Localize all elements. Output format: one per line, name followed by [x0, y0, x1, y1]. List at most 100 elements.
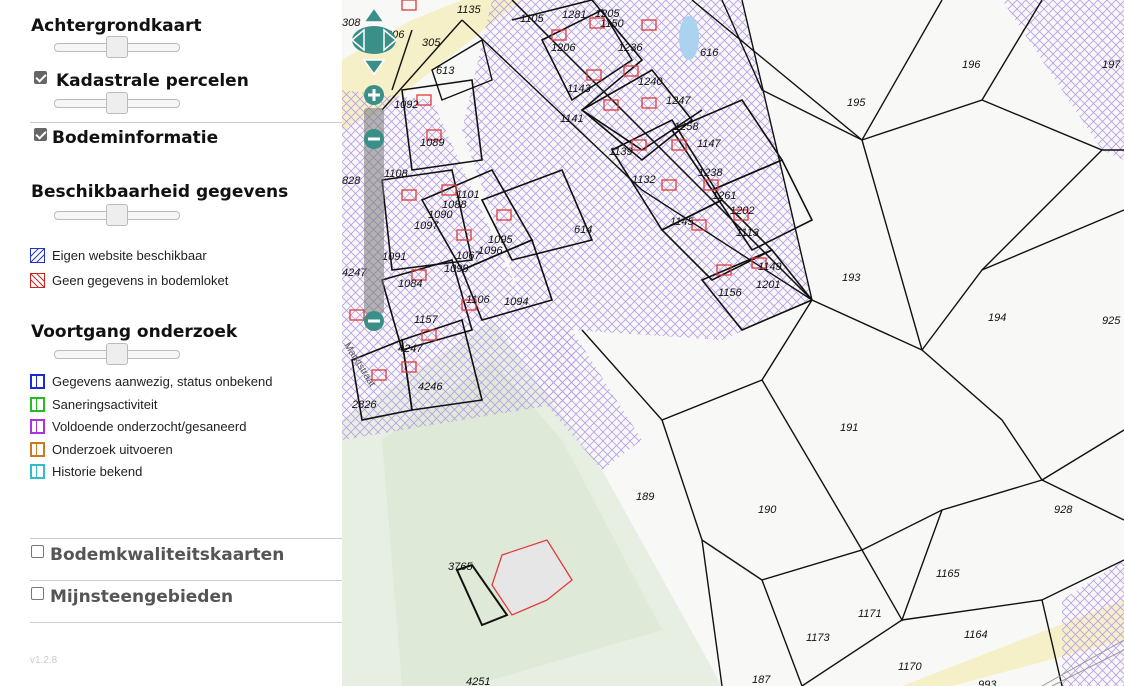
- divider: [30, 622, 342, 623]
- progress-opacity-slider[interactable]: [54, 343, 180, 365]
- divider: [30, 122, 342, 123]
- legend-swatch: [30, 441, 45, 457]
- pan-control[interactable]: [350, 8, 398, 76]
- zoom-handle[interactable]: [363, 128, 385, 150]
- parcel-label: 828: [342, 175, 361, 187]
- parcel-label: 1132: [632, 174, 656, 186]
- legend-swatch: [30, 396, 45, 412]
- legend-label: Saneringsactiviteit: [52, 396, 158, 412]
- parcel-label: 190: [758, 504, 777, 516]
- parcel-label: 1113: [736, 227, 760, 239]
- parcel-label: 1206: [551, 42, 576, 54]
- parcel-label: 993: [978, 679, 997, 686]
- pond: [679, 16, 699, 60]
- parcel-label: 1092: [394, 99, 418, 111]
- parcel-label: 1094: [504, 296, 528, 308]
- parcel-label: 1099: [444, 263, 468, 275]
- parcel-label: 1173: [806, 632, 831, 644]
- parcel-label: 3765: [448, 561, 473, 573]
- parcel-label: 1258: [674, 121, 699, 133]
- parcel-label: 191: [840, 422, 858, 434]
- parcel-label: 2826: [351, 399, 377, 411]
- parcel-label: 1170: [898, 661, 923, 673]
- parcel-label: 1067: [456, 250, 481, 262]
- parcel-label: 1108: [384, 168, 409, 180]
- minus-icon: [368, 137, 380, 141]
- pan-down-icon[interactable]: [362, 59, 386, 76]
- divider: [30, 538, 342, 539]
- parcel-label: 1149: [758, 261, 782, 273]
- slider-thumb[interactable]: [106, 343, 128, 365]
- slider-thumb[interactable]: [106, 92, 128, 114]
- cadastral-checkbox[interactable]: [34, 71, 47, 84]
- slider-thumb[interactable]: [106, 204, 128, 226]
- parcel-label: 187: [752, 674, 771, 686]
- parcel-label: 614: [574, 224, 592, 236]
- parcel-label: 1096: [478, 245, 503, 257]
- parcel-label: 1164: [964, 629, 988, 641]
- hatch-red-swatch: [30, 273, 45, 288]
- parcel-label: 1238: [698, 167, 723, 179]
- parcel-label: 1171: [858, 608, 882, 620]
- legend-swatch: [30, 464, 45, 479]
- parcel-label: 1091: [382, 251, 406, 263]
- availability-opacity-slider[interactable]: [54, 204, 180, 226]
- hatch-blue-swatch: [30, 248, 45, 263]
- background-map-opacity-slider[interactable]: [54, 36, 180, 58]
- parcel-label: 1139: [609, 146, 633, 158]
- parcel-label: 1097: [414, 220, 439, 232]
- parcel-label: 189: [636, 491, 654, 503]
- progress-title: Voortgang onderzoek: [31, 322, 238, 342]
- parcel-label: 1202: [730, 205, 754, 217]
- parcel-label: 1156: [718, 287, 743, 299]
- layer-panel: Achtergrondkaart Kadastrale percelen Bod…: [0, 0, 342, 686]
- layer-title-soil-info: Bodeminformatie: [52, 128, 219, 148]
- parcel-label: 1201: [756, 279, 780, 291]
- parcel-label: 4246: [418, 381, 443, 393]
- parcel-label: 613: [436, 65, 455, 77]
- parcel-label: 1106: [466, 294, 491, 306]
- soil-quality-checkbox[interactable]: [31, 545, 44, 558]
- legend-label: Historie bekend: [52, 464, 143, 479]
- layer-title-cadastral: Kadastrale percelen: [56, 71, 249, 91]
- parcel-label: 195: [847, 97, 866, 109]
- legend-no-data: Geen gegevens in bodemloket: [52, 273, 229, 288]
- zoom-out-button[interactable]: [363, 310, 385, 332]
- availability-title: Beschikbaarheid gegevens: [31, 182, 289, 202]
- map-canvas[interactable]: 30811353063051105 1281 12051150616196 19761…: [342, 0, 1124, 686]
- parcel-label: 1236: [618, 42, 643, 54]
- divider: [30, 580, 342, 581]
- parcel-label: 305: [422, 37, 441, 49]
- zoom-in-button[interactable]: [363, 84, 385, 106]
- pan-up-icon[interactable]: [362, 8, 386, 23]
- map-view[interactable]: 308 1135 306 305 1105 1281 1205 1150 616 196 197 61…: [342, 0, 1124, 686]
- layer-title-background-map: Achtergrondkaart: [31, 16, 202, 36]
- parcel-label: 1261: [712, 190, 736, 202]
- legend-label: Gegevens aanwezig, status onbekend: [52, 374, 273, 389]
- legend-swatch: [30, 419, 45, 434]
- parcel-label: 616: [700, 47, 719, 59]
- parcel-label: 928: [1054, 504, 1073, 516]
- parcel-label: 1145: [670, 216, 695, 228]
- legend-label: Onderzoek uitvoeren: [52, 441, 173, 457]
- slider-thumb[interactable]: [106, 36, 128, 58]
- parcel-label: 1281: [562, 9, 586, 21]
- legend-swatch: [30, 374, 45, 389]
- parcel-label: 1150: [600, 18, 625, 30]
- parcel-label: 196: [962, 59, 981, 71]
- parcel-label: 1084: [398, 278, 422, 290]
- parcel-label: 1135: [457, 4, 482, 16]
- cadastral-opacity-slider[interactable]: [54, 92, 180, 114]
- soil-info-checkbox[interactable]: [34, 128, 47, 141]
- parcel-label: 194: [988, 312, 1006, 324]
- parcel-label: 1147: [697, 138, 722, 150]
- legend-label: Voldoende onderzocht/gesaneerd: [52, 419, 247, 434]
- parcel-label: 197: [1102, 59, 1121, 71]
- layer-title-mine-areas: Mijnsteengebieden: [50, 587, 234, 607]
- parcel-label: 1141: [560, 113, 584, 125]
- mine-areas-checkbox[interactable]: [31, 587, 44, 600]
- parcel-label: 4251: [466, 676, 490, 686]
- parcel-label: 1240: [638, 76, 663, 88]
- legend-own-website: Eigen website beschikbaar: [52, 248, 207, 263]
- parcel-label: 1247: [666, 95, 691, 107]
